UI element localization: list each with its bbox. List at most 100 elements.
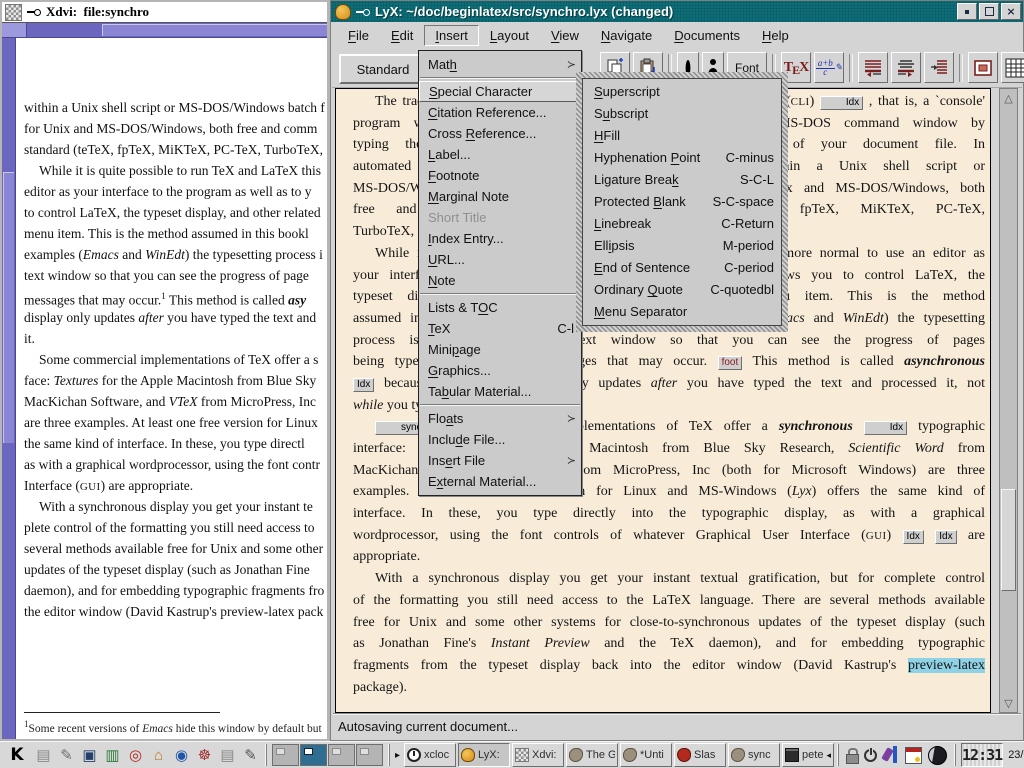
desktop-2[interactable] <box>300 744 327 766</box>
submenu-item-hyphenation-point[interactable]: Hyphenation PointC-minus <box>583 147 781 169</box>
index-inset-chip[interactable]: Idx <box>820 96 863 110</box>
submenu-item-protected-blank[interactable]: Protected BlankS-C-space <box>583 191 781 213</box>
panel-handle[interactable] <box>954 744 956 766</box>
submenu-item-end-of-sentence[interactable]: End of SentenceC-period <box>583 257 781 279</box>
minimize-button[interactable] <box>957 3 977 20</box>
desktop-4[interactable] <box>356 744 383 766</box>
panel-handle[interactable] <box>265 744 267 766</box>
kfm-button[interactable]: ☸ <box>193 744 216 766</box>
submenu-item-menu-separator[interactable]: Menu Separator <box>583 301 781 323</box>
taskbar-window-sync[interactable]: sync <box>728 743 780 767</box>
index-inset-chip[interactable]: Idx <box>353 378 374 392</box>
menu-item-floats[interactable]: Floats≻ <box>419 408 581 429</box>
menu-item-marginal-note[interactable]: Marginal Note <box>419 186 581 207</box>
menu-item-note[interactable]: Note <box>419 270 581 291</box>
tasklist-scroll-icon[interactable]: ◂ <box>827 750 832 761</box>
date-display[interactable]: 23/03/03 <box>1003 749 1024 761</box>
menu-item-special-character[interactable]: Special Character <box>419 81 581 102</box>
taskbar-window-slas[interactable]: Slas <box>674 743 726 767</box>
horizontal-scrollbar-thumb[interactable] <box>102 24 327 36</box>
submenu-item-ellipsis[interactable]: EllipsisM-period <box>583 235 781 257</box>
menu-item-url[interactable]: URL... <box>419 249 581 270</box>
taskbar-window-lyx[interactable]: LyX: <box>458 743 510 767</box>
menu-layout[interactable]: Layout <box>479 25 540 46</box>
pen-button[interactable]: ✎ <box>239 744 262 766</box>
panel-handle[interactable] <box>837 744 839 766</box>
organizer-icon[interactable] <box>905 747 922 764</box>
submenu-item-superscript[interactable]: Superscript <box>583 81 781 103</box>
taskbar-window-xcloc[interactable]: xcloc <box>404 743 456 767</box>
taskbar-window-xdvi[interactable]: Xdvi: <box>512 743 564 767</box>
menu-insert[interactable]: Insert <box>424 25 479 46</box>
desktop-3[interactable] <box>328 744 355 766</box>
menu-item-tabular-material[interactable]: Tabular Material... <box>419 381 581 402</box>
taskbar-window-pete[interactable]: pete◂ <box>782 743 834 767</box>
document-scrollbar[interactable]: △ ▽ <box>999 88 1018 713</box>
panel-handle[interactable] <box>388 744 390 766</box>
menu-documents[interactable]: Documents <box>663 25 751 46</box>
help-button[interactable]: ◎ <box>124 744 147 766</box>
insert-margin-button[interactable] <box>924 52 954 83</box>
notepad-button[interactable]: ✎ <box>55 744 78 766</box>
documents-button[interactable]: ▤ <box>32 744 55 766</box>
menu-item-tex[interactable]: TeXC-l <box>419 318 581 339</box>
monitor-button[interactable]: ▣ <box>78 744 101 766</box>
horizontal-scrollbar[interactable] <box>2 23 327 38</box>
depth-decrement-button[interactable] <box>858 52 888 83</box>
menu-navigate[interactable]: Navigate <box>590 25 663 46</box>
desktop-1[interactable] <box>272 744 299 766</box>
submenu-item-subscript[interactable]: Subscript <box>583 103 781 125</box>
menu-item-include-file[interactable]: Include File... <box>419 429 581 450</box>
globe-button[interactable]: ◉ <box>170 744 193 766</box>
insert-table-button[interactable] <box>1001 52 1024 83</box>
submenu-item-linebreak[interactable]: LinebreakC-Return <box>583 213 781 235</box>
insert-figure-button[interactable] <box>968 52 998 83</box>
index-inset-chip[interactable]: Idx <box>903 530 924 544</box>
submenu-item-hfill[interactable]: HFill <box>583 125 781 147</box>
taskbar-window-the-g[interactable]: The G <box>566 743 618 767</box>
submenu-item-ligature-break[interactable]: Ligature BreakS-C-L <box>583 169 781 191</box>
tasklist-scroll-left-icon[interactable]: ▸ <box>393 750 402 761</box>
padlock-icon[interactable] <box>846 748 858 762</box>
menu-item-cross-reference[interactable]: Cross Reference... <box>419 123 581 144</box>
menu-view[interactable]: View <box>540 25 590 46</box>
lyx-titlebar[interactable]: LyX: ~/doc/beginlatex/src/synchro.lyx (c… <box>331 1 1023 22</box>
menu-item-graphics[interactable]: Graphics... <box>419 360 581 381</box>
menu-item-footnote[interactable]: Footnote <box>419 165 581 186</box>
footnote-inset-chip[interactable]: foot <box>718 356 743 370</box>
menu-file[interactable]: File <box>337 25 380 46</box>
menu-item-citation-reference[interactable]: Citation Reference... <box>419 102 581 123</box>
maximize-button[interactable] <box>979 3 999 20</box>
scrollbar-thumb[interactable] <box>1001 489 1016 591</box>
menu-edit[interactable]: Edit <box>380 25 424 46</box>
menu-item-math[interactable]: Math≻ <box>419 54 581 75</box>
menu-item-lists-toc[interactable]: Lists & TOC <box>419 297 581 318</box>
vertical-scrollbar-thumb[interactable] <box>3 172 14 443</box>
menu-help[interactable]: Help <box>751 25 800 46</box>
index-inset-chip[interactable]: Idx <box>864 421 907 435</box>
menu-item-label[interactable]: Label... <box>419 144 581 165</box>
moonphase-icon[interactable] <box>928 746 947 765</box>
files-button[interactable]: ▤ <box>216 744 239 766</box>
digital-clock[interactable]: 12:31 <box>961 743 1003 767</box>
taskbar-window-unti[interactable]: *Unti <box>620 743 672 767</box>
scroll-up-icon[interactable]: △ <box>1000 90 1017 106</box>
submenu-item-ordinary-quote[interactable]: Ordinary QuoteC-quotedbl <box>583 279 781 301</box>
vertical-scrollbar[interactable] <box>2 38 16 739</box>
close-button[interactable]: × <box>1001 3 1021 20</box>
kcontrol-button[interactable]: ▥ <box>101 744 124 766</box>
depth-increment-button[interactable] <box>891 52 921 83</box>
power-icon[interactable] <box>864 749 877 762</box>
klipper-icon[interactable] <box>883 746 899 764</box>
insert-math-button[interactable]: a+bc ✎ <box>814 52 844 83</box>
scroll-down-icon[interactable]: ▽ <box>1000 695 1017 711</box>
paragraph-style-selector[interactable]: Standard <box>339 54 427 84</box>
menu-item-external-material[interactable]: External Material... <box>419 471 581 492</box>
xdvi-titlebar[interactable]: Xdvi: file:synchro <box>2 2 327 23</box>
menu-item-minipage[interactable]: Minipage <box>419 339 581 360</box>
index-inset-chip[interactable]: Idx <box>935 530 956 544</box>
menu-item-index-entry[interactable]: Index Entry... <box>419 228 581 249</box>
k-menu-button[interactable]: K <box>2 743 32 767</box>
home-button[interactable]: ⌂ <box>147 744 170 766</box>
menu-item-insert-file[interactable]: Insert File≻ <box>419 450 581 471</box>
